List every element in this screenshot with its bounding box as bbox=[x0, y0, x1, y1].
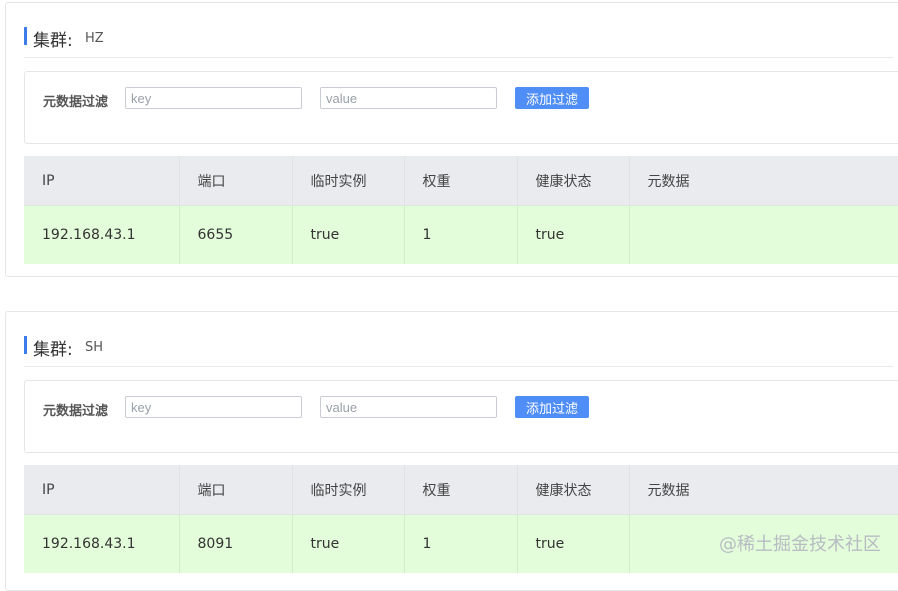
column-header-health: 健康状态 bbox=[517, 156, 630, 206]
instance-table: IP 端口 临时实例 权重 健康状态 元数据 192.168.43.1 8091… bbox=[24, 465, 898, 573]
cell-metadata bbox=[629, 205, 898, 264]
cell-ip: 192.168.43.1 bbox=[24, 205, 180, 264]
cell-healthy: true bbox=[517, 205, 630, 264]
column-header-health: 健康状态 bbox=[517, 465, 630, 515]
column-header-ip: IP bbox=[24, 465, 180, 515]
column-header-weight: 权重 bbox=[404, 465, 518, 515]
table-row: 192.168.43.1 6655 true 1 true bbox=[24, 205, 898, 264]
column-header-metadata: 元数据 bbox=[629, 156, 898, 206]
filter-key-input[interactable] bbox=[125, 396, 302, 418]
accent-bar bbox=[24, 27, 27, 45]
column-header-port: 端口 bbox=[179, 156, 293, 206]
column-header-weight: 权重 bbox=[404, 156, 518, 206]
table-header-row: IP 端口 临时实例 权重 健康状态 元数据 bbox=[24, 156, 898, 206]
accent-bar bbox=[24, 336, 27, 354]
filter-value-input[interactable] bbox=[320, 396, 497, 418]
metadata-filter-panel: 元数据过滤 添加过滤 bbox=[24, 71, 898, 144]
filter-label: 元数据过滤 bbox=[43, 95, 109, 110]
column-header-port: 端口 bbox=[179, 465, 293, 515]
cell-healthy: true bbox=[517, 514, 630, 573]
metadata-filter-panel: 元数据过滤 添加过滤 bbox=[24, 380, 898, 453]
cluster-card-hz: 集群: HZ 元数据过滤 添加过滤 IP 端口 临时实例 权重 健康状态 元数据… bbox=[5, 2, 898, 277]
cell-port: 8091 bbox=[179, 514, 293, 573]
filter-value-input[interactable] bbox=[320, 87, 497, 109]
cell-weight: 1 bbox=[404, 514, 518, 573]
table-header-row: IP 端口 临时实例 权重 健康状态 元数据 bbox=[24, 465, 898, 515]
cluster-header: 集群: SH bbox=[24, 334, 894, 367]
column-header-ephemeral: 临时实例 bbox=[292, 156, 405, 206]
cell-port: 6655 bbox=[179, 205, 293, 264]
cluster-label: 集群: bbox=[33, 340, 73, 360]
cluster-name: HZ bbox=[85, 31, 104, 46]
cell-weight: 1 bbox=[404, 205, 518, 264]
add-filter-button[interactable]: 添加过滤 bbox=[515, 87, 589, 109]
column-header-ip: IP bbox=[24, 156, 180, 206]
filter-key-input[interactable] bbox=[125, 87, 302, 109]
add-filter-button[interactable]: 添加过滤 bbox=[515, 396, 589, 418]
instance-table: IP 端口 临时实例 权重 健康状态 元数据 192.168.43.1 6655… bbox=[24, 156, 898, 264]
cluster-header: 集群: HZ bbox=[24, 25, 894, 58]
cell-ephemeral: true bbox=[292, 514, 405, 573]
filter-label: 元数据过滤 bbox=[43, 404, 109, 419]
cell-ip: 192.168.43.1 bbox=[24, 514, 180, 573]
cell-ephemeral: true bbox=[292, 205, 405, 264]
column-header-metadata: 元数据 bbox=[629, 465, 898, 515]
cluster-label: 集群: bbox=[33, 31, 73, 51]
cluster-name: SH bbox=[85, 340, 104, 355]
column-header-ephemeral: 临时实例 bbox=[292, 465, 405, 515]
watermark: @稀土掘金技术社区 bbox=[719, 534, 881, 555]
